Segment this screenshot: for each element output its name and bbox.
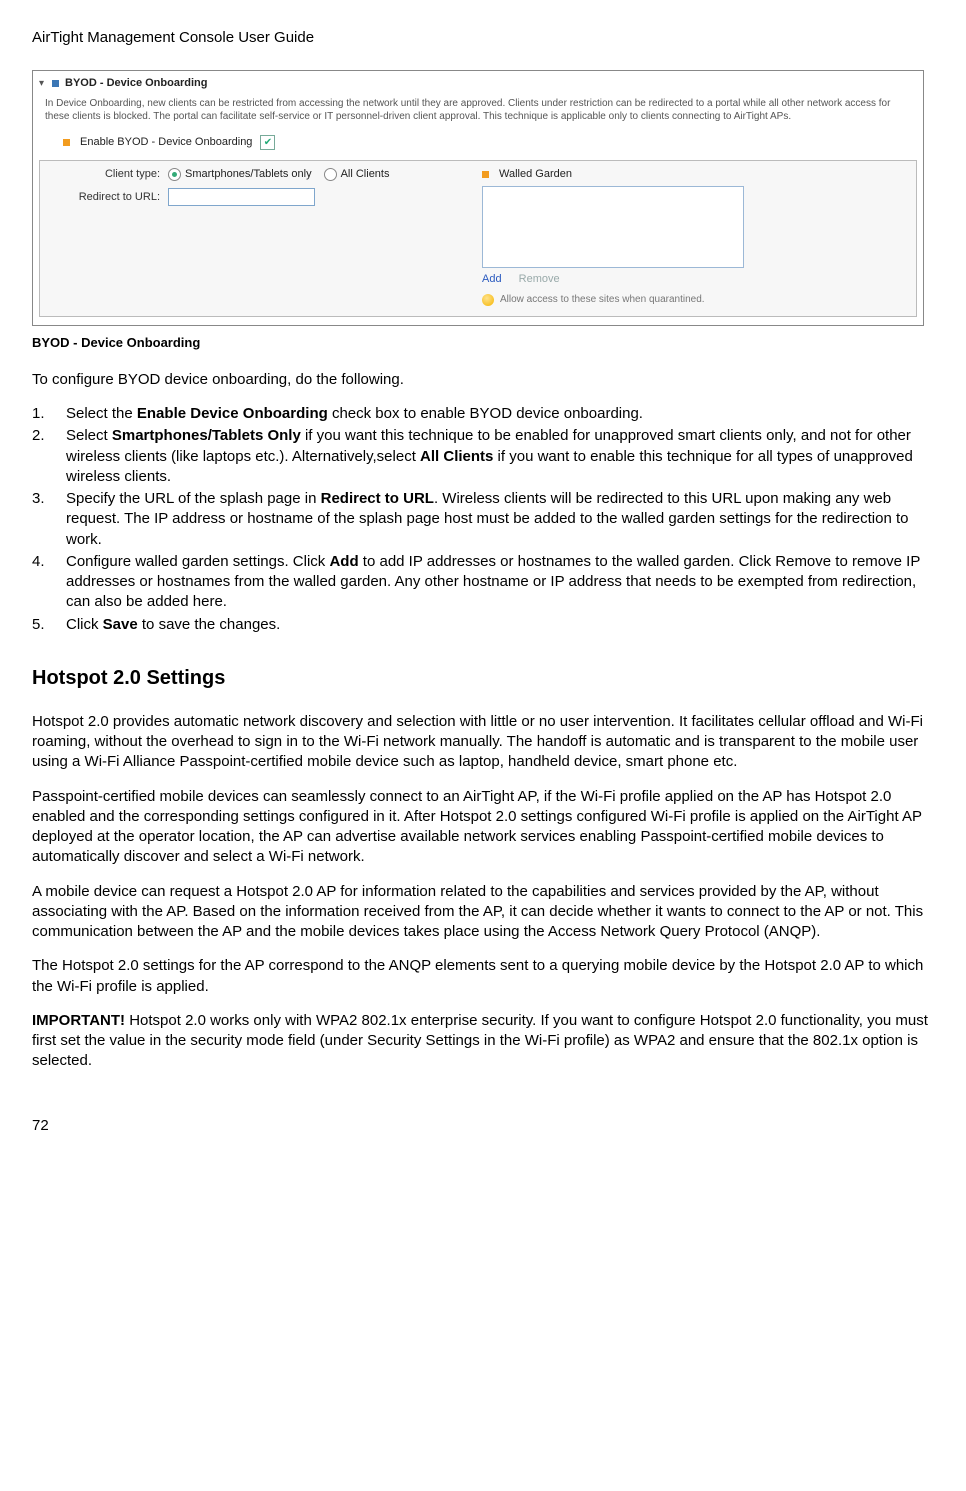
steps-list: Select the Enable Device Onboarding chec…	[32, 404, 934, 635]
bullet-icon	[482, 171, 489, 178]
body-paragraph: IMPORTANT! Hotspot 2.0 works only with W…	[32, 1011, 934, 1072]
bullet-icon	[63, 139, 70, 146]
enable-checkbox[interactable]: ✔	[260, 135, 275, 150]
step-item: Select the Enable Device Onboarding chec…	[32, 404, 934, 424]
redirect-url-input[interactable]	[168, 188, 315, 206]
panel-description: In Device Onboarding, new clients can be…	[33, 95, 923, 129]
step-item: Configure walled garden settings. Click …	[32, 552, 934, 613]
radio-all-clients[interactable]	[324, 168, 337, 181]
remove-link[interactable]: Remove	[519, 273, 560, 285]
walled-garden-list[interactable]	[482, 186, 744, 268]
client-type-label: Client type:	[50, 167, 160, 182]
page-number: 72	[32, 1116, 934, 1136]
figure-caption: BYOD - Device Onboarding	[32, 334, 934, 352]
step-item: Specify the URL of the splash page in Re…	[32, 489, 934, 550]
intro-paragraph: To configure BYOD device onboarding, do …	[32, 370, 934, 390]
page-header: AirTight Management Console User Guide	[32, 28, 934, 48]
walled-garden-label: Walled Garden	[499, 167, 572, 182]
panel-title: BYOD - Device Onboarding	[65, 76, 207, 91]
chevron-down-icon: ▾	[39, 77, 44, 91]
radio-smartphones-label: Smartphones/Tablets only	[185, 167, 312, 182]
body-paragraph: Passpoint-certified mobile devices can s…	[32, 787, 934, 868]
tip-text: Allow access to these sites when quarant…	[500, 293, 705, 307]
step-item: Click Save to save the changes.	[32, 615, 934, 635]
embedded-screenshot: ▾ BYOD - Device Onboarding In Device Onb…	[32, 70, 924, 326]
body-paragraph: Hotspot 2.0 provides automatic network d…	[32, 712, 934, 773]
section-heading: Hotspot 2.0 Settings	[32, 665, 934, 692]
panel-header[interactable]: ▾ BYOD - Device Onboarding	[33, 71, 923, 95]
body-paragraph: A mobile device can request a Hotspot 2.…	[32, 882, 934, 943]
config-panel: Client type: Smartphones/Tablets only Al…	[39, 160, 917, 317]
enable-label: Enable BYOD - Device Onboarding	[80, 135, 252, 150]
lightbulb-icon	[482, 294, 494, 306]
radio-smartphones[interactable]	[168, 168, 181, 181]
redirect-label: Redirect to URL:	[50, 190, 160, 205]
body-paragraph: The Hotspot 2.0 settings for the AP corr…	[32, 956, 934, 997]
add-link[interactable]: Add	[482, 273, 502, 285]
radio-all-clients-label: All Clients	[341, 167, 390, 182]
bullet-icon	[52, 80, 59, 87]
step-item: Select Smartphones/Tablets Only if you w…	[32, 426, 934, 487]
